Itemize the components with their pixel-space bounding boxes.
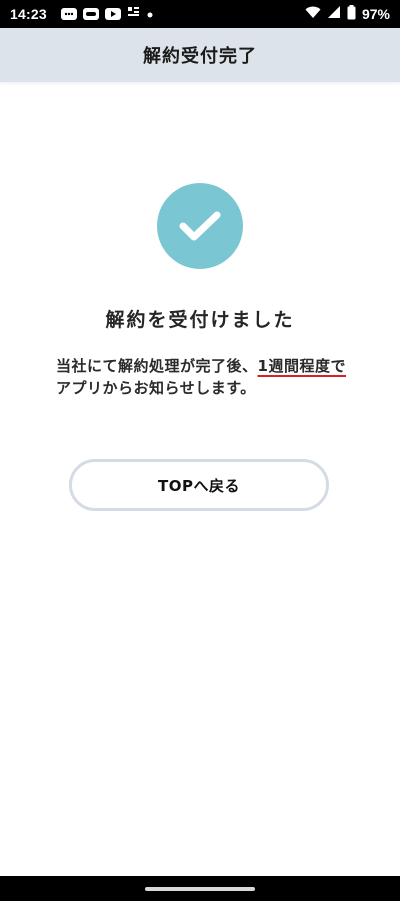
page-header: 解約受付完了 [0,28,400,82]
chat-icon [60,8,77,20]
wifi-icon [305,5,321,23]
line-app-icon [82,8,99,20]
more-notifications-dot-icon [147,6,153,22]
cellular-signal-icon [327,5,341,23]
battery-icon [347,4,356,24]
page-title: 解約受付完了 [143,46,257,67]
check-icon [179,211,221,241]
status-right: 97% [305,4,390,24]
system-navigation-bar [0,876,400,901]
status-left: 14:23 [10,5,153,23]
notification-icons [60,5,153,23]
battery-percentage: 97% [361,6,390,22]
back-to-top-button-label: TOPへ戻る [158,476,240,495]
message-text-after: アプリからお知らせします。 [56,379,256,397]
back-to-top-button[interactable]: TOPへ戻る [69,459,329,511]
status-time: 14:23 [10,6,47,22]
success-heading: 解約を受付けました [105,309,295,331]
success-check-badge [157,183,243,269]
message-text-before: 当社にて解約処理が完了後、 [56,357,258,375]
app-notification-icon [127,5,141,23]
completion-message: 当社にて解約処理が完了後、1週間程度で アプリからお知らせします。 [56,355,356,399]
status-bar: 14:23 97% [0,0,400,28]
youtube-icon [104,8,121,20]
message-highlight-period: 1週間程度で [257,357,346,375]
home-gesture-handle[interactable] [145,886,255,891]
